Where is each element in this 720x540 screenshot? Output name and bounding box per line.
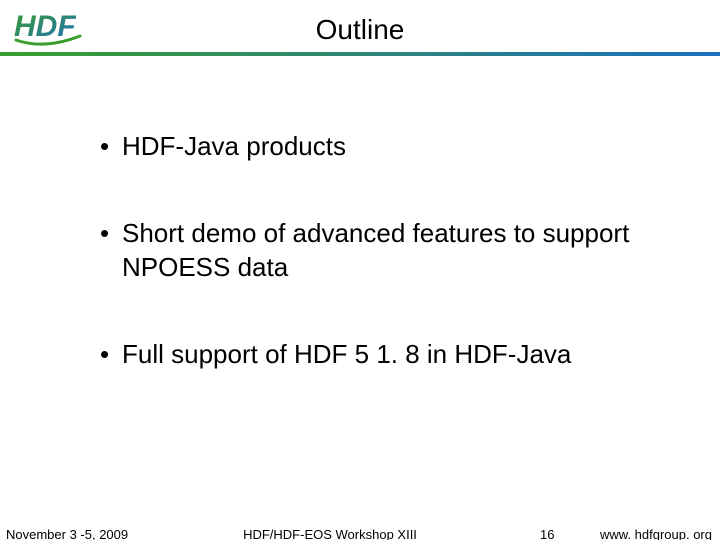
bullet-text: Full support of HDF 5 1. 8 in HDF-Java [122, 338, 660, 371]
bullet-dot-icon: • [100, 338, 122, 371]
bullet-item: • HDF-Java products [100, 130, 660, 163]
bullet-dot-icon: • [100, 217, 122, 250]
slide-title: Outline [0, 14, 720, 46]
footer-page-number: 16 [540, 527, 554, 540]
bullet-dot-icon: • [100, 130, 122, 163]
slide: HDF Outline • HDF-Java products • Short … [0, 0, 720, 540]
bullet-text: HDF-Java products [122, 130, 660, 163]
bullet-text: Short demo of advanced features to suppo… [122, 217, 660, 284]
body-content: • HDF-Java products • Short demo of adva… [100, 130, 660, 425]
title-divider [0, 52, 720, 56]
bullet-item: • Short demo of advanced features to sup… [100, 217, 660, 284]
footer-url: www. hdfgroup. org [600, 527, 712, 540]
bullet-item: • Full support of HDF 5 1. 8 in HDF-Java [100, 338, 660, 371]
